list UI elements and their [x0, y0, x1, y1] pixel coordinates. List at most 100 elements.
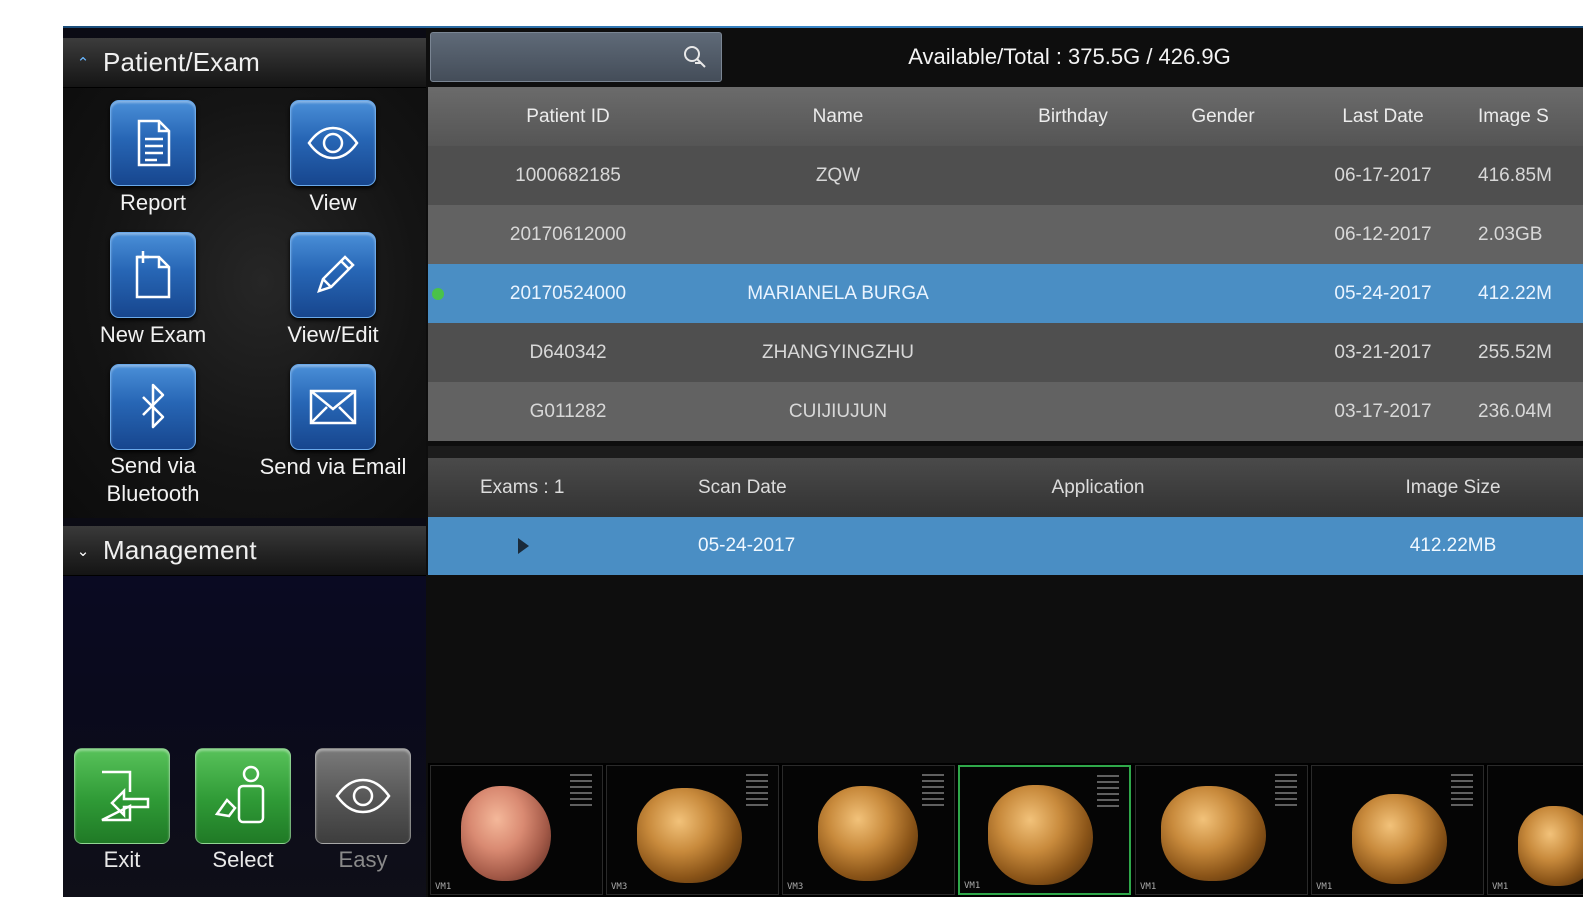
- name-cell: ZHANGYINGZHU: [762, 341, 914, 363]
- eye-icon: [315, 748, 411, 844]
- search-icon[interactable]: [681, 43, 713, 73]
- last-date-cell: 06-17-2017: [1334, 164, 1432, 186]
- thumbnail-label: VM3: [787, 882, 804, 892]
- select-label: Select: [212, 847, 274, 872]
- thumbnail[interactable]: VM1: [430, 765, 603, 895]
- management-area: Exit Select Easy: [63, 576, 426, 897]
- patient-id-cell: G011282: [529, 400, 607, 422]
- image-size-cell: 412.22MB: [1409, 535, 1497, 556]
- image-size-cell: 2.03GB: [1478, 223, 1543, 245]
- chevron-down-icon: ⌄: [76, 541, 90, 560]
- archive-window: ⌃ Patient/Exam Report View New Exam View…: [63, 26, 1583, 897]
- column-header-name[interactable]: Name: [688, 106, 988, 128]
- selected-indicator: [432, 287, 444, 300]
- scale-ticks: [1451, 774, 1473, 810]
- exit-button[interactable]: Exit: [72, 748, 172, 874]
- scale-ticks: [922, 774, 944, 810]
- patient-id-cell: 1000682185: [515, 164, 621, 186]
- thumbnail-label: VM1: [435, 882, 452, 892]
- bluetooth-icon: [110, 364, 196, 450]
- scale-ticks: [1097, 775, 1119, 811]
- exit-icon: [74, 748, 170, 844]
- table-row[interactable]: 1000682185 ZQW 06-17-2017 416.85M: [428, 146, 1583, 205]
- report-icon: [110, 100, 196, 186]
- table-row[interactable]: D640342 ZHANGYINGZHU 03-21-2017 255.52M: [428, 323, 1583, 382]
- last-date-cell: 03-21-2017: [1334, 341, 1432, 363]
- patient-id-cell: D640342: [529, 341, 607, 363]
- chevron-up-icon: ⌃: [76, 53, 90, 72]
- name-cell: CUIJIUJUN: [788, 400, 888, 422]
- thumbnail-label: VM1: [1316, 882, 1333, 892]
- thumbnail-selected[interactable]: VM1: [958, 765, 1131, 895]
- exam-row-selected[interactable]: 05-24-2017 412.22MB: [428, 517, 1583, 575]
- patient-table-header: Patient ID Name Birthday Gender Last Dat…: [428, 87, 1583, 146]
- patient-exam-section-header[interactable]: ⌃ Patient/Exam: [63, 38, 426, 88]
- new-exam-icon: [110, 232, 196, 318]
- thumbnail[interactable]: VM1: [1135, 765, 1308, 895]
- thumbnail[interactable]: VM1: [1487, 765, 1583, 895]
- column-header-scan-date[interactable]: Scan Date: [698, 477, 898, 499]
- send-email-button[interactable]: Send via Email: [243, 364, 423, 482]
- thumbnail-label: VM1: [1492, 882, 1509, 892]
- exit-label: Exit: [103, 847, 141, 872]
- name-cell: MARIANELA BURGA: [747, 282, 929, 304]
- column-header-image-size[interactable]: Image Size: [1368, 477, 1538, 499]
- new-exam-button[interactable]: New Exam: [63, 232, 243, 350]
- column-header-application[interactable]: Application: [988, 477, 1208, 499]
- exam-table-header: Exams : 1 Scan Date Application Image Si…: [428, 458, 1583, 517]
- thumbnail[interactable]: VM1: [1311, 765, 1484, 895]
- search-input[interactable]: [430, 32, 722, 82]
- thumbnail-label: VM1: [1140, 882, 1157, 892]
- storage-status: Available/Total : 375.5G / 426.9G: [908, 44, 1231, 69]
- eye-icon: [290, 100, 376, 186]
- column-header-birthday[interactable]: Birthday: [998, 106, 1148, 128]
- column-header-gender[interactable]: Gender: [1158, 106, 1288, 128]
- management-section-header[interactable]: ⌄ Management: [63, 526, 426, 576]
- report-label: Report: [119, 190, 187, 215]
- scale-ticks: [570, 774, 592, 810]
- pencil-icon: [290, 232, 376, 318]
- easy-button[interactable]: Easy: [313, 748, 413, 874]
- thumbnail-strip: VM1 VM3 VM3 VM1 VM1 VM1 VM1: [428, 763, 1583, 897]
- table-row-selected[interactable]: 20170524000 MARIANELA BURGA 05-24-2017 4…: [428, 264, 1583, 323]
- column-header-last-date[interactable]: Last Date: [1298, 106, 1468, 128]
- ultrasound-3d-image: [988, 785, 1093, 885]
- scale-ticks: [746, 774, 768, 810]
- send-bluetooth-label: Send via Bluetooth: [106, 453, 200, 506]
- thumbnail[interactable]: VM3: [782, 765, 955, 895]
- envelope-icon: [290, 364, 376, 450]
- right-panel: Available/Total : 375.5G / 426.9G Patien…: [426, 28, 1583, 897]
- view-button[interactable]: View: [243, 100, 423, 218]
- view-edit-button[interactable]: View/Edit: [243, 232, 423, 350]
- thumbnail[interactable]: VM3: [606, 765, 779, 895]
- send-bluetooth-button[interactable]: Send via Bluetooth: [63, 364, 243, 508]
- table-row[interactable]: G011282 CUIJIUJUN 03-17-2017 236.04M: [428, 382, 1583, 441]
- image-size-cell: 416.85M: [1478, 164, 1552, 186]
- expand-arrow-icon[interactable]: [518, 538, 529, 554]
- send-email-label: Send via Email: [259, 454, 407, 479]
- thumbnail-label: VM3: [611, 882, 628, 892]
- table-row[interactable]: 20170612000 06-12-2017 2.03GB: [428, 205, 1583, 264]
- report-button[interactable]: Report: [63, 100, 243, 218]
- management-title: Management: [103, 535, 257, 565]
- last-date-cell: 06-12-2017: [1334, 223, 1432, 245]
- image-size-cell: 236.04M: [1478, 400, 1552, 422]
- patient-exam-tools: Report View New Exam View/Edit Send via …: [63, 88, 426, 518]
- easy-label: Easy: [338, 847, 388, 872]
- last-date-cell: 05-24-2017: [1334, 282, 1432, 304]
- ultrasound-3d-image: [818, 786, 918, 881]
- exam-count: Exams : 1: [480, 476, 565, 498]
- left-panel: ⌃ Patient/Exam Report View New Exam View…: [63, 28, 426, 897]
- ultrasound-3d-image: [637, 788, 742, 883]
- column-header-image-size[interactable]: Image S: [1478, 106, 1583, 128]
- view-label: View: [309, 190, 357, 215]
- column-header-patient-id[interactable]: Patient ID: [468, 106, 668, 128]
- view-edit-label: View/Edit: [287, 322, 379, 347]
- select-user-icon: [195, 748, 291, 844]
- last-date-cell: 03-17-2017: [1334, 400, 1432, 422]
- patient-id-cell: 20170612000: [509, 223, 627, 245]
- patient-exam-title: Patient/Exam: [103, 47, 261, 77]
- select-button[interactable]: Select: [193, 748, 293, 874]
- image-size-cell: 412.22M: [1478, 282, 1552, 304]
- ultrasound-3d-image: [1518, 806, 1583, 886]
